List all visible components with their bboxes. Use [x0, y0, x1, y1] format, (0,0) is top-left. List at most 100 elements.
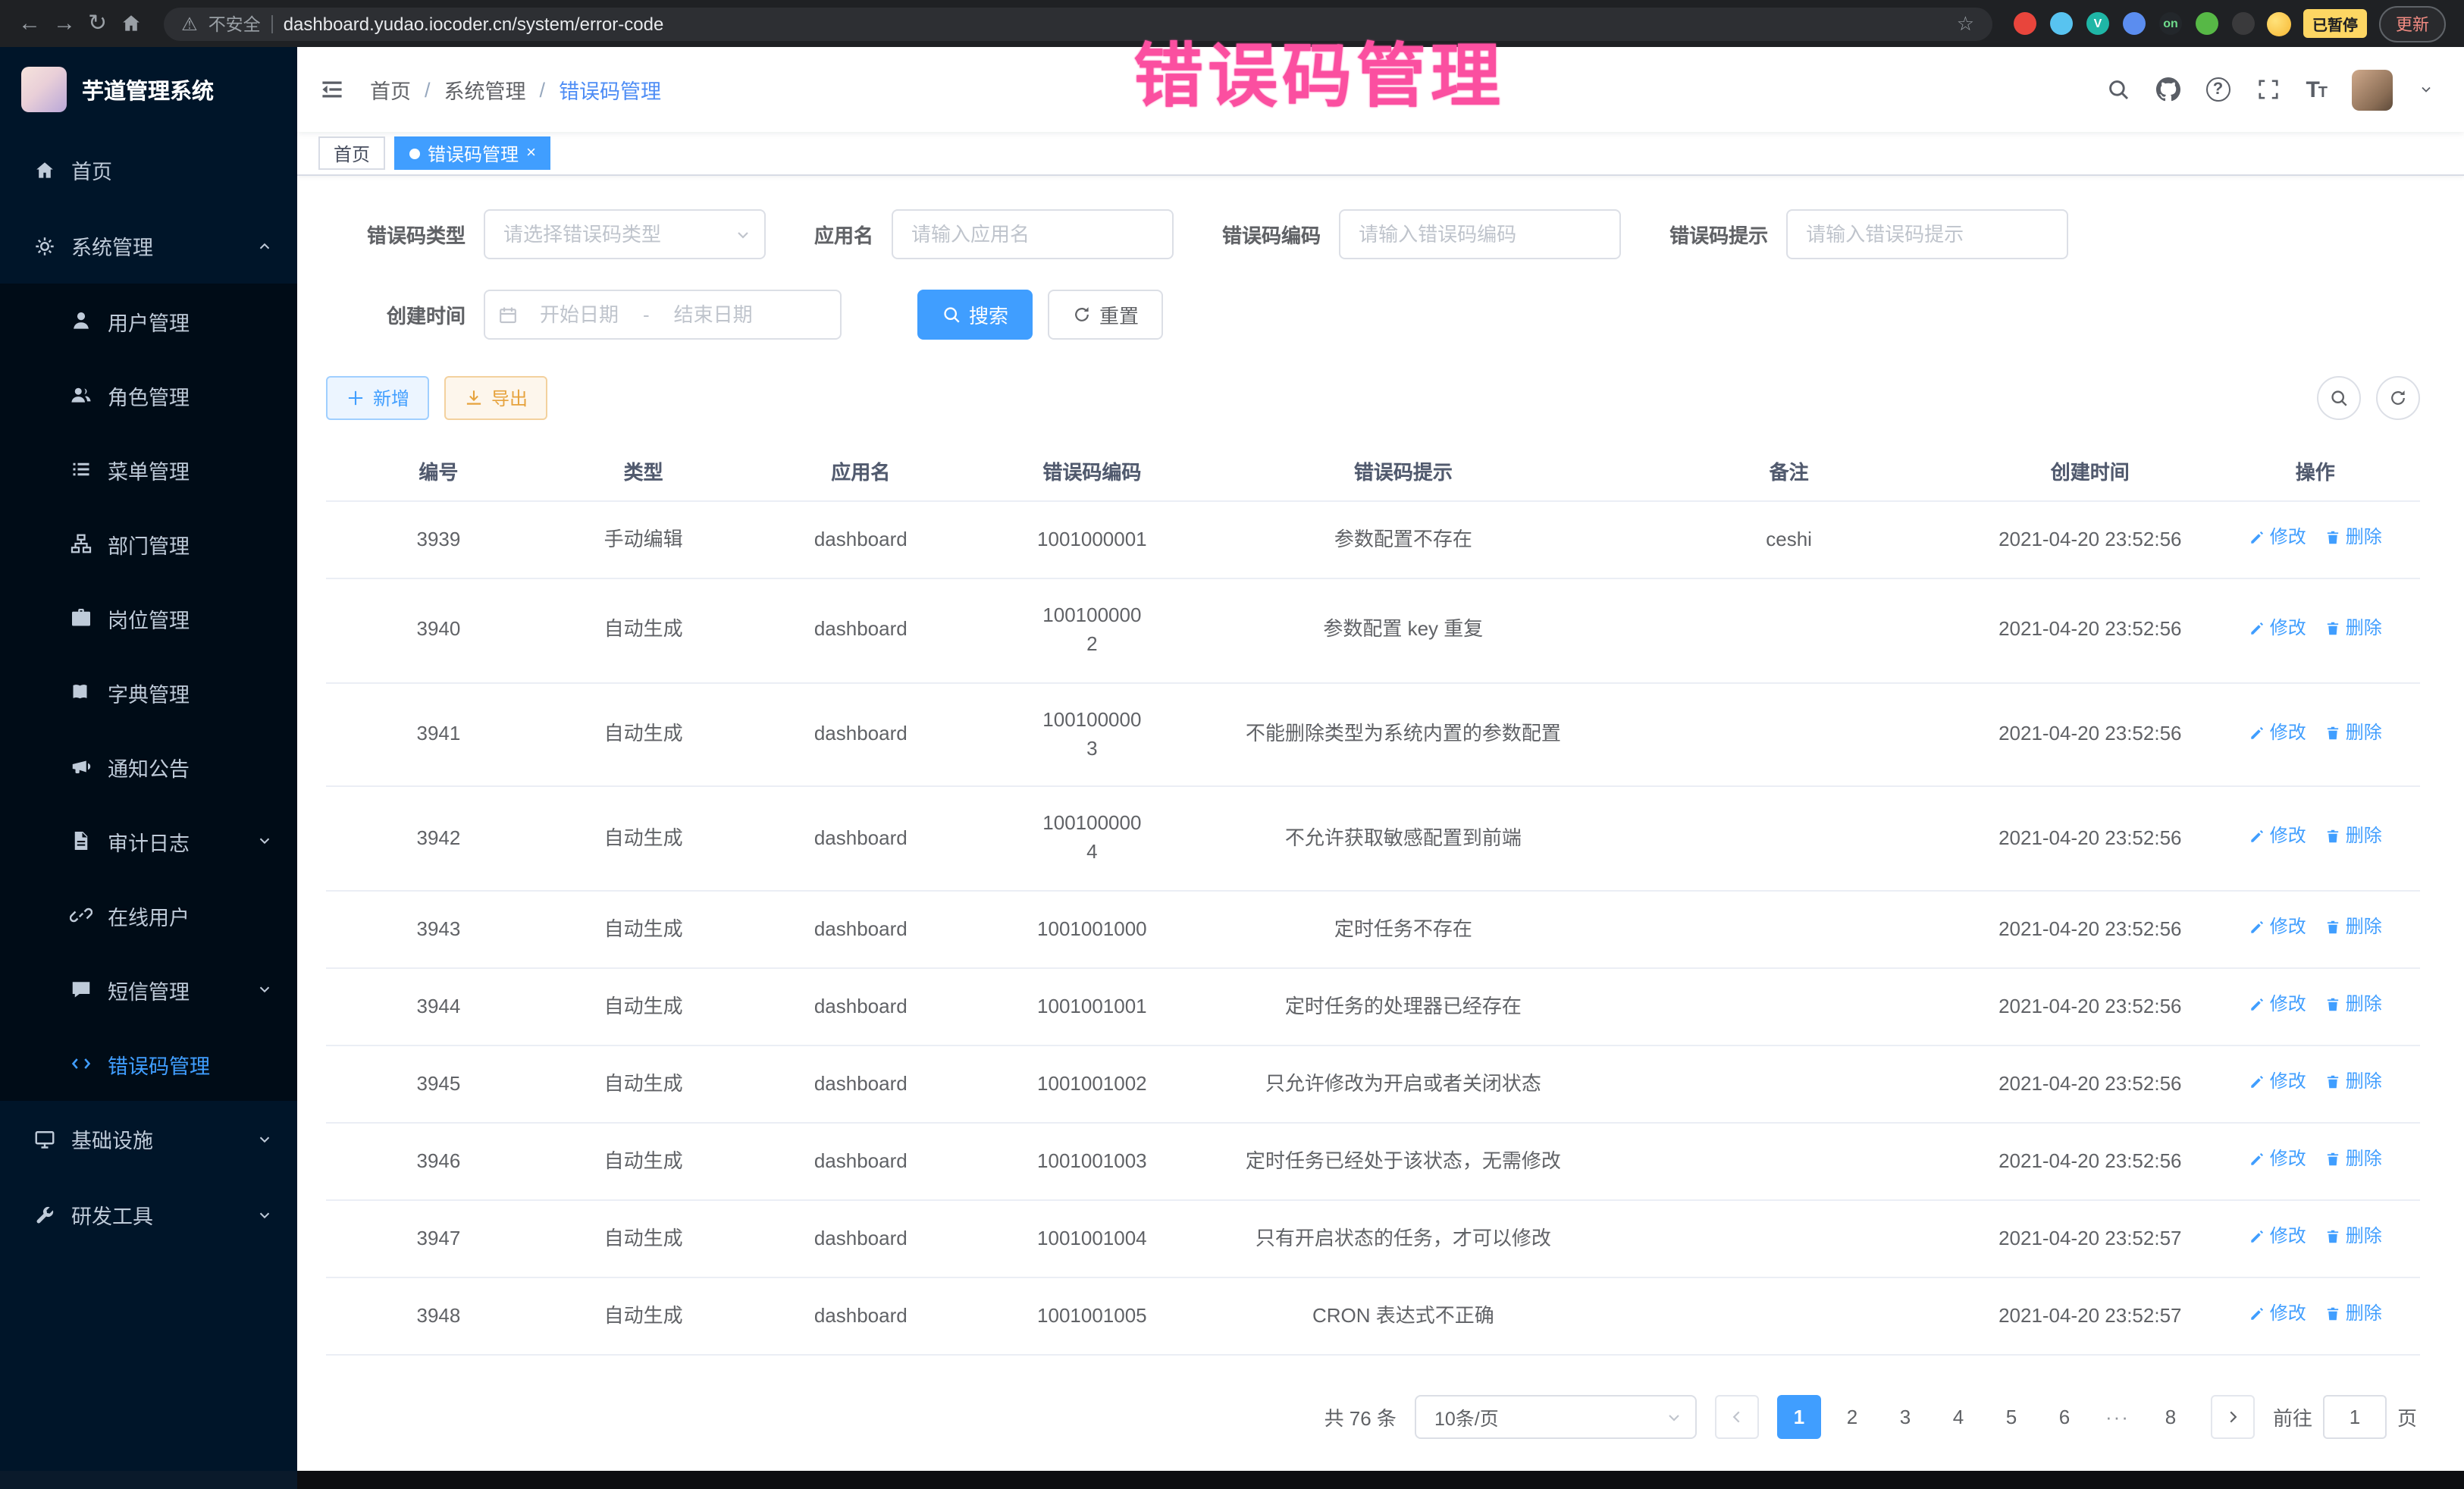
- delete-link[interactable]: 删除: [2324, 1069, 2382, 1096]
- page-button-1[interactable]: 1: [1777, 1396, 1821, 1440]
- forward-icon[interactable]: →: [53, 12, 76, 35]
- create-time-range[interactable]: -: [484, 290, 842, 340]
- sidebar-item-role[interactable]: 角色管理: [0, 358, 297, 432]
- extension-proxy-icon[interactable]: on: [2159, 12, 2182, 35]
- sidebar-toggle-icon[interactable]: [318, 76, 346, 103]
- extension-leaf-icon[interactable]: [2196, 12, 2218, 35]
- delete-link[interactable]: 删除: [2324, 1302, 2382, 1328]
- fullscreen-icon[interactable]: [2256, 77, 2280, 102]
- sidebar-item-dept[interactable]: 部门管理: [0, 506, 297, 581]
- megaphone-icon: [70, 755, 92, 778]
- sidebar-item-notice[interactable]: 通知公告: [0, 729, 297, 804]
- sidebar-item-system[interactable]: 系统管理: [0, 208, 297, 284]
- edit-link[interactable]: 修改: [2249, 719, 2306, 746]
- browser-update-button[interactable]: 更新: [2379, 5, 2446, 42]
- home-chrome-icon[interactable]: [119, 12, 142, 35]
- tab-error-code[interactable]: 错误码管理×: [394, 136, 551, 170]
- edit-link[interactable]: 修改: [2249, 914, 2306, 941]
- cell-code: 1001000001: [986, 501, 1198, 578]
- edit-link[interactable]: 修改: [2249, 1069, 2306, 1096]
- extension-pin-icon[interactable]: [2232, 12, 2255, 35]
- goto-page-input[interactable]: [2323, 1396, 2387, 1440]
- font-size-icon[interactable]: TT: [2306, 77, 2326, 102]
- page-button-2[interactable]: 2: [1830, 1396, 1874, 1440]
- end-date-input[interactable]: [656, 303, 771, 326]
- reload-icon[interactable]: ↻: [88, 12, 107, 35]
- delete-link[interactable]: 删除: [2324, 914, 2382, 941]
- column-header: 错误码编码: [986, 441, 1198, 501]
- page-size-select[interactable]: [1415, 1396, 1697, 1440]
- breadcrumb-item[interactable]: 首页: [370, 74, 411, 105]
- search-button[interactable]: 搜索: [917, 290, 1033, 340]
- edit-link[interactable]: 修改: [2249, 992, 2306, 1018]
- profile-emoji-icon[interactable]: [2267, 11, 2291, 36]
- error-type-select[interactable]: [484, 209, 766, 259]
- chevron-down-icon[interactable]: [2419, 82, 2434, 97]
- delete-link[interactable]: 删除: [2324, 1146, 2382, 1173]
- error-msg-field[interactable]: [1786, 209, 2068, 259]
- delete-link[interactable]: 删除: [2324, 992, 2382, 1018]
- export-button[interactable]: 导出: [444, 376, 547, 420]
- sidebar-item-tools[interactable]: 研发工具: [0, 1177, 297, 1252]
- sidebar-item-sms[interactable]: 短信管理: [0, 952, 297, 1027]
- refresh-table-button[interactable]: [2376, 376, 2420, 420]
- user-avatar[interactable]: [2352, 69, 2393, 110]
- extension-blue-icon[interactable]: [2050, 12, 2073, 35]
- sidebar-item-user[interactable]: 用户管理: [0, 284, 297, 358]
- delete-link[interactable]: 删除: [2324, 1224, 2382, 1250]
- edit-link[interactable]: 修改: [2249, 616, 2306, 642]
- edit-link[interactable]: 修改: [2249, 1146, 2306, 1173]
- sidebar-item-post[interactable]: 岗位管理: [0, 581, 297, 655]
- page-size-input[interactable]: [1416, 1407, 1695, 1428]
- github-icon[interactable]: [2155, 77, 2180, 102]
- sidebar-item-infra[interactable]: 基础设施: [0, 1101, 297, 1177]
- sidebar-item-errcode[interactable]: 错误码管理: [0, 1027, 297, 1101]
- url-text[interactable]: dashboard.yudao.iocoder.cn/system/error-…: [284, 13, 664, 34]
- cell-app: dashboard: [736, 1123, 986, 1200]
- edit-link[interactable]: 修改: [2249, 1302, 2306, 1328]
- start-date-input[interactable]: [522, 303, 637, 326]
- breadcrumb-item[interactable]: 错误码管理: [559, 74, 661, 105]
- error-type-select-input[interactable]: [485, 223, 764, 246]
- sidebar-item-dict[interactable]: 字典管理: [0, 655, 297, 729]
- tab-home[interactable]: 首页: [318, 136, 385, 170]
- prev-page-button[interactable]: [1715, 1396, 1759, 1440]
- delete-link[interactable]: 删除: [2324, 719, 2382, 746]
- toggle-search-button[interactable]: [2317, 376, 2361, 420]
- sidebar-item-audit[interactable]: 审计日志: [0, 804, 297, 878]
- bookmark-star-icon[interactable]: ☆: [1957, 11, 1974, 36]
- next-page-button[interactable]: [2211, 1396, 2255, 1440]
- delete-link[interactable]: 删除: [2324, 525, 2382, 551]
- sidebar-item-home[interactable]: 首页: [0, 132, 297, 208]
- reset-button[interactable]: 重置: [1048, 290, 1163, 340]
- breadcrumb-item[interactable]: 系统管理: [444, 74, 526, 105]
- sidebar-item-menu[interactable]: 菜单管理: [0, 432, 297, 506]
- delete-link[interactable]: 删除: [2324, 616, 2382, 642]
- error-code-field[interactable]: [1339, 209, 1621, 259]
- extension-red-icon[interactable]: [2014, 12, 2036, 35]
- help-icon[interactable]: ?: [2205, 77, 2230, 102]
- logo-row[interactable]: 芋道管理系统: [0, 47, 297, 132]
- app-name-field[interactable]: [892, 209, 1174, 259]
- page-button-3[interactable]: 3: [1883, 1396, 1927, 1440]
- error-msg-input[interactable]: [1788, 223, 2067, 246]
- error-code-input[interactable]: [1340, 223, 1619, 246]
- add-button[interactable]: 新增: [326, 376, 429, 420]
- address-bar[interactable]: ⚠ 不安全 dashboard.yudao.iocoder.cn/system/…: [163, 7, 1992, 40]
- close-icon[interactable]: ×: [526, 145, 536, 161]
- page-button-6[interactable]: 6: [2042, 1396, 2086, 1440]
- chevron-down-icon: [256, 981, 273, 998]
- page-button-8[interactable]: 8: [2149, 1396, 2193, 1440]
- back-icon[interactable]: ←: [18, 12, 41, 35]
- app-name-input[interactable]: [893, 223, 1172, 246]
- edit-link[interactable]: 修改: [2249, 1224, 2306, 1250]
- sidebar-item-online[interactable]: 在线用户: [0, 878, 297, 952]
- edit-link[interactable]: 修改: [2249, 525, 2306, 551]
- search-icon[interactable]: [2105, 77, 2130, 102]
- extension-vue-icon[interactable]: V: [2086, 12, 2109, 35]
- edit-link[interactable]: 修改: [2249, 823, 2306, 850]
- page-button-4[interactable]: 4: [1936, 1396, 1980, 1440]
- page-button-5[interactable]: 5: [1989, 1396, 2033, 1440]
- extension-stats-icon[interactable]: [2123, 12, 2146, 35]
- delete-link[interactable]: 删除: [2324, 823, 2382, 850]
